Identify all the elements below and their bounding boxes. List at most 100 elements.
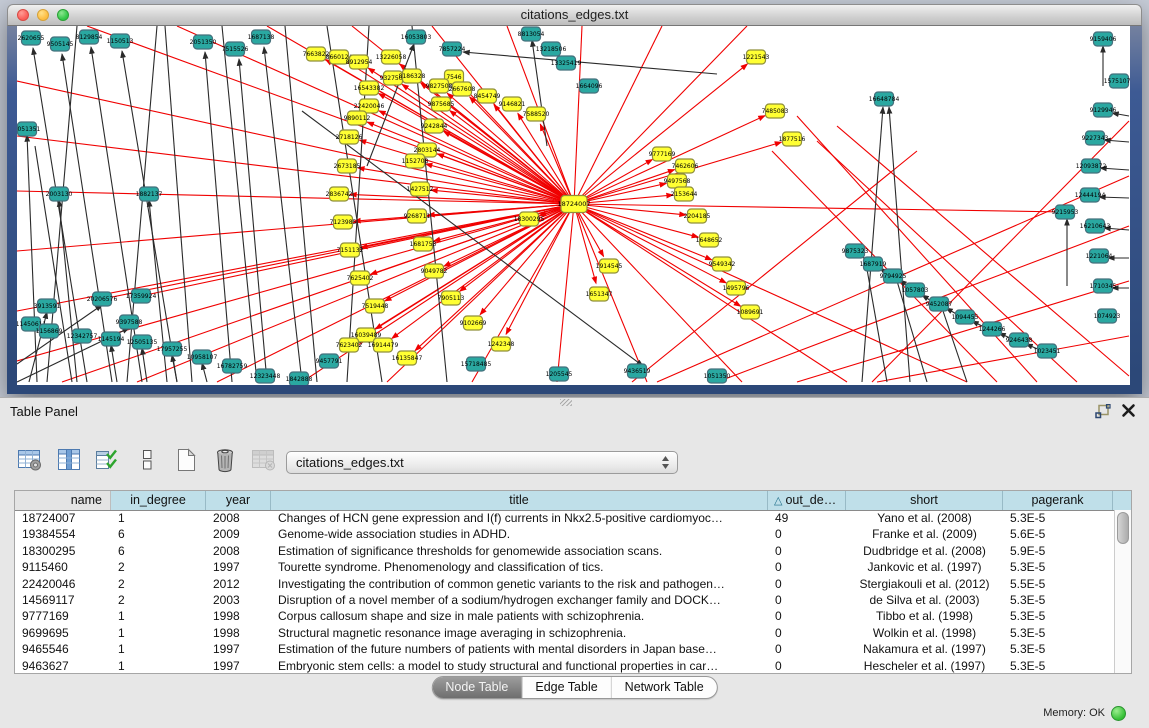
tab-network-table[interactable]: Network Table [611,677,717,698]
graph-node[interactable]: 12323448 [250,369,281,383]
panel-resize-grip[interactable] [560,399,572,406]
graph-node[interactable]: 9890112 [344,111,371,125]
column-header-short[interactable]: short [846,491,1003,510]
graph-edge[interactable] [574,26,582,204]
graph-node[interactable]: 2836742 [326,187,353,201]
graph-node[interactable]: 2051350 [190,35,217,49]
graph-node[interactable]: 1687138 [248,30,275,44]
graph-edge[interactable] [574,26,747,204]
graph-node[interactable]: 2673185 [334,159,361,173]
graph-node[interactable]: 8813054 [518,27,545,41]
graph-node[interactable]: 9049782 [421,264,448,278]
graph-node[interactable]: 9397588 [116,315,143,329]
graph-node[interactable]: 12444194 [1075,188,1106,202]
graph-node[interactable]: 17957255 [157,342,188,356]
graph-node[interactable]: 7623402 [336,338,363,352]
graph-node[interactable]: 9242844 [421,119,448,133]
graph-node[interactable]: 16782759 [217,359,248,373]
graph-node[interactable]: 7588520 [523,107,550,121]
graph-edge[interactable] [889,107,910,382]
graph-node[interactable]: 1242348 [488,337,515,351]
graph-node[interactable]: 7151132 [337,243,364,257]
graph-node[interactable]: 9246438 [1006,333,1033,347]
graph-node[interactable]: 20206576 [87,292,118,306]
minimize-window-button[interactable] [37,9,49,21]
graph-node[interactable]: 1710345 [1090,279,1117,293]
graph-node[interactable]: 15718485 [461,357,492,371]
network-canvas[interactable]: 2620655950514581298541150513205135075155… [17,26,1130,385]
graph-node[interactable]: 3913591 [34,299,61,313]
graph-node[interactable]: 1882137 [136,187,163,201]
graph-node[interactable]: 8186328 [399,69,426,83]
graph-edge[interactable] [360,140,574,204]
graph-node[interactable]: 1051350 [704,369,731,383]
graph-node[interactable]: 1687919 [860,257,887,271]
table-row[interactable]: 946362711997Embryonic stem cells: a mode… [15,658,1115,673]
graph-node[interactable]: 7515526 [222,42,249,56]
graph-node[interactable]: 13325419 [551,56,582,70]
graph-node[interactable]: 1681753 [410,237,437,251]
graph-node[interactable]: 10958107 [187,350,218,364]
graph-node[interactable]: 1152708 [402,154,429,168]
graph-node[interactable]: 9227343 [1082,131,1109,145]
zoom-window-button[interactable] [57,9,69,21]
graph-node[interactable]: 13218506 [536,42,567,56]
graph-node[interactable]: 16053803 [401,30,432,44]
graph-node[interactable]: 1664096 [576,79,603,93]
table-row[interactable]: 977716911998Corpus callosum shape and si… [15,608,1115,624]
graph-node[interactable]: 9875685 [428,97,455,111]
graph-node[interactable]: 13226058 [376,50,407,64]
graph-node[interactable]: 7857224 [439,42,466,56]
graph-node[interactable]: 1089691 [737,305,764,319]
graph-node[interactable]: 1877516 [779,132,806,146]
graph-node[interactable]: 1150513 [107,34,134,48]
create-column-icon[interactable] [172,445,200,475]
graph-node[interactable]: 1221543 [743,50,770,64]
graph-node[interactable]: 16210643 [1080,219,1111,233]
graph-node[interactable]: 7462606 [672,159,699,173]
graph-edge[interactable] [574,26,662,204]
column-header-in_degree[interactable]: in_degree [111,491,206,510]
graph-node[interactable]: 1495796 [723,281,750,295]
graph-edge[interactable] [165,26,192,382]
window-titlebar[interactable]: citations_edges.txt [7,4,1142,26]
column-header-out_degree[interactable]: △out_de… [768,491,846,510]
column-header-pagerank[interactable]: pagerank [1003,491,1113,510]
table-row[interactable]: 2242004622012Investigating the contribut… [15,576,1115,592]
table-row[interactable]: 911546021997Tourette syndrome. Phenomeno… [15,559,1115,575]
table-row[interactable]: 1872400712008Changes of HCN gene express… [15,510,1115,526]
graph-edge[interactable] [202,363,207,382]
graph-node[interactable]: 2204185 [684,209,711,223]
graph-node[interactable]: 15751074 [1104,74,1130,88]
graph-node[interactable]: 7905113 [438,291,465,305]
graph-node[interactable]: 9436519 [624,364,651,378]
graph-node[interactable]: 2003130 [46,187,73,201]
graph-edge[interactable] [574,170,675,204]
graph-edge[interactable] [239,59,267,382]
graph-node[interactable]: 1057803 [902,283,929,297]
graph-node[interactable]: 18724007 [557,196,590,213]
graph-node[interactable]: 9102669 [460,316,487,330]
graph-node[interactable]: 2620655 [18,31,45,45]
graph-node[interactable]: 2051351 [17,122,41,136]
column-header-name[interactable]: name [15,491,111,510]
table-row[interactable]: 1456911722003Disruption of a novel membe… [15,592,1115,608]
column-header-year[interactable]: year [206,491,271,510]
memory-status-indicator[interactable] [1111,706,1126,721]
table-scrollbar[interactable] [1114,510,1131,673]
graph-node[interactable]: 9549342 [709,257,736,271]
graph-node[interactable]: 9777169 [649,147,676,161]
graph-node[interactable]: 9505145 [47,37,74,51]
graph-node[interactable]: 1094455 [952,310,979,324]
table-select-dropdown[interactable]: citations_edges.txt [286,451,678,474]
graph-node[interactable]: 2718126 [336,130,363,144]
graph-node[interactable]: 9794925 [880,269,907,283]
graph-node[interactable]: 7625402 [347,271,374,285]
graph-node[interactable]: 9457791 [316,354,343,368]
graph-edge[interactable] [27,135,37,382]
graph-node[interactable]: 16648784 [869,92,900,106]
graph-edge[interactable] [172,355,177,382]
graph-node[interactable]: 1648652 [696,233,723,247]
graph-edge[interactable] [205,52,232,382]
graph-node[interactable]: 1074923 [1094,309,1121,323]
